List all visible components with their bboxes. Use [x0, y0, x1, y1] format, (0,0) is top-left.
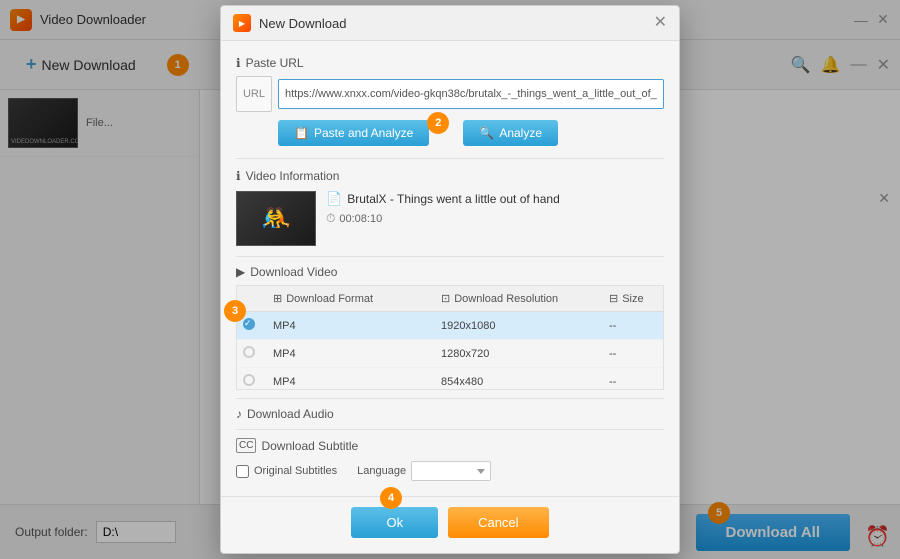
paste-analyze-button[interactable]: 📋 Paste and Analyze	[278, 120, 429, 146]
modal-close-button[interactable]: ✕	[654, 15, 667, 31]
url-icon-label: URL	[243, 88, 265, 100]
format-row-2-size: --	[603, 346, 663, 362]
modal-app-icon: ▶	[233, 14, 251, 32]
video-info-content: 🤼 📄 BrutalX - Things went a little out o…	[236, 191, 664, 246]
modal-footer: 4 Ok Cancel	[221, 496, 679, 553]
modal-body: ℹ Paste URL URL 📋 Paste and Analyze	[221, 41, 679, 496]
modal-titlebar: ▶ New Download ✕	[221, 6, 679, 41]
format-col-icon: ⊞	[273, 292, 282, 305]
resolution-col-icon: ⊡	[441, 292, 450, 305]
original-subtitles-checkbox[interactable]	[236, 465, 249, 478]
format-row-1-size: --	[603, 318, 663, 334]
video-meta: 📄 BrutalX - Things went a little out of …	[326, 191, 560, 226]
app-window: ▶ Video Downloader — ✕ + New Download 1 …	[0, 0, 900, 559]
format-row-2-format: MP4	[267, 346, 435, 362]
format-row-3-radio[interactable]	[237, 372, 267, 390]
video-thumb-figure: 🤼	[237, 192, 315, 245]
video-duration: ⏱ 00:08:10	[326, 211, 560, 226]
download-video-section: ▶ Download Video ⊞ Download Format	[236, 256, 664, 390]
size-col-header: ⊟ Size	[603, 290, 663, 307]
language-label: Language	[357, 465, 406, 477]
download-audio-header: ♪ Download Audio	[236, 407, 664, 421]
format-row-2[interactable]: MP4 1280x720 --	[237, 340, 663, 368]
info-circle-icon: ℹ	[236, 56, 241, 70]
format-row-3[interactable]: MP4 854x480 --	[237, 368, 663, 390]
original-subtitles-group: Original Subtitles	[236, 465, 337, 478]
paste-url-label: ℹ Paste URL	[236, 56, 664, 70]
step-4-badge: 4	[380, 487, 402, 509]
video-info-section: ℹ Video Information 🤼 📄 BrutalX	[236, 158, 664, 246]
download-subtitle-section: CC Download Subtitle Original Subtitles …	[236, 429, 664, 481]
format-row-2-radio[interactable]	[237, 344, 267, 363]
format-row-1-format: MP4	[267, 318, 435, 334]
url-input[interactable]	[278, 79, 664, 109]
language-select[interactable]	[411, 461, 491, 481]
info-icon: ℹ	[236, 169, 241, 183]
url-buttons: 📋 Paste and Analyze 2 🔍 Analyze	[278, 120, 664, 146]
clock-icon: ⏱	[326, 211, 335, 226]
video-title: 📄 BrutalX - Things went a little out of …	[326, 191, 560, 207]
cancel-button[interactable]: Cancel	[448, 507, 548, 538]
url-input-row: URL	[236, 76, 664, 112]
cc-icon: CC	[236, 438, 256, 453]
radio-unchecked-icon	[243, 346, 255, 358]
paste-icon: 📋	[294, 126, 309, 140]
format-row-1[interactable]: MP4 1920x1080 --	[237, 312, 663, 340]
format-row-3-format: MP4	[267, 374, 435, 390]
ok-button[interactable]: Ok	[351, 507, 438, 538]
download-audio-section: ♪ Download Audio	[236, 398, 664, 421]
format-row-2-resolution: 1280x720	[435, 346, 603, 362]
video-thumbnail: 🤼	[236, 191, 316, 246]
modal-title: New Download	[259, 16, 346, 31]
step-3-badge: 3	[224, 300, 246, 322]
original-subtitles-label: Original Subtitles	[254, 465, 337, 477]
format-row-3-resolution: 854x480	[435, 374, 603, 390]
download-subtitle-header: CC Download Subtitle	[236, 438, 664, 453]
radio-checked-icon	[243, 318, 255, 330]
paste-url-section: ℹ Paste URL URL 📋 Paste and Analyze	[236, 56, 664, 146]
size-col-icon: ⊟	[609, 292, 618, 305]
format-col-header: ⊞ Download Format	[267, 290, 435, 307]
new-download-modal: ▶ New Download ✕ ℹ Paste URL URL	[220, 5, 680, 554]
film-icon: ▶	[236, 265, 245, 279]
audio-icon: ♪	[236, 407, 242, 421]
analyze-button[interactable]: 🔍 Analyze	[463, 120, 558, 146]
download-video-header: ▶ Download Video	[236, 265, 664, 279]
search-icon: 🔍	[479, 126, 494, 140]
format-row-1-resolution: 1920x1080	[435, 318, 603, 334]
language-group: Language	[357, 461, 491, 481]
url-icon-box: URL	[236, 76, 272, 112]
format-row-3-size: --	[603, 374, 663, 390]
subtitle-controls: Original Subtitles Language	[236, 461, 664, 481]
file-icon: 📄	[326, 191, 342, 207]
resolution-col-header: ⊡ Download Resolution	[435, 290, 603, 307]
video-info-header: ℹ Video Information	[236, 169, 664, 183]
modal-titlebar-left: ▶ New Download	[233, 14, 346, 32]
video-thumb-icon: 🤼	[261, 204, 291, 233]
step-2-badge: 2	[427, 112, 449, 134]
radio-unchecked-icon-2	[243, 374, 255, 386]
modal-overlay: ▶ New Download ✕ ℹ Paste URL URL	[0, 0, 900, 559]
format-table-scroll[interactable]: ⊞ Download Format ⊡ Download Resolution …	[236, 285, 664, 390]
format-table-header: ⊞ Download Format ⊡ Download Resolution …	[237, 286, 663, 312]
